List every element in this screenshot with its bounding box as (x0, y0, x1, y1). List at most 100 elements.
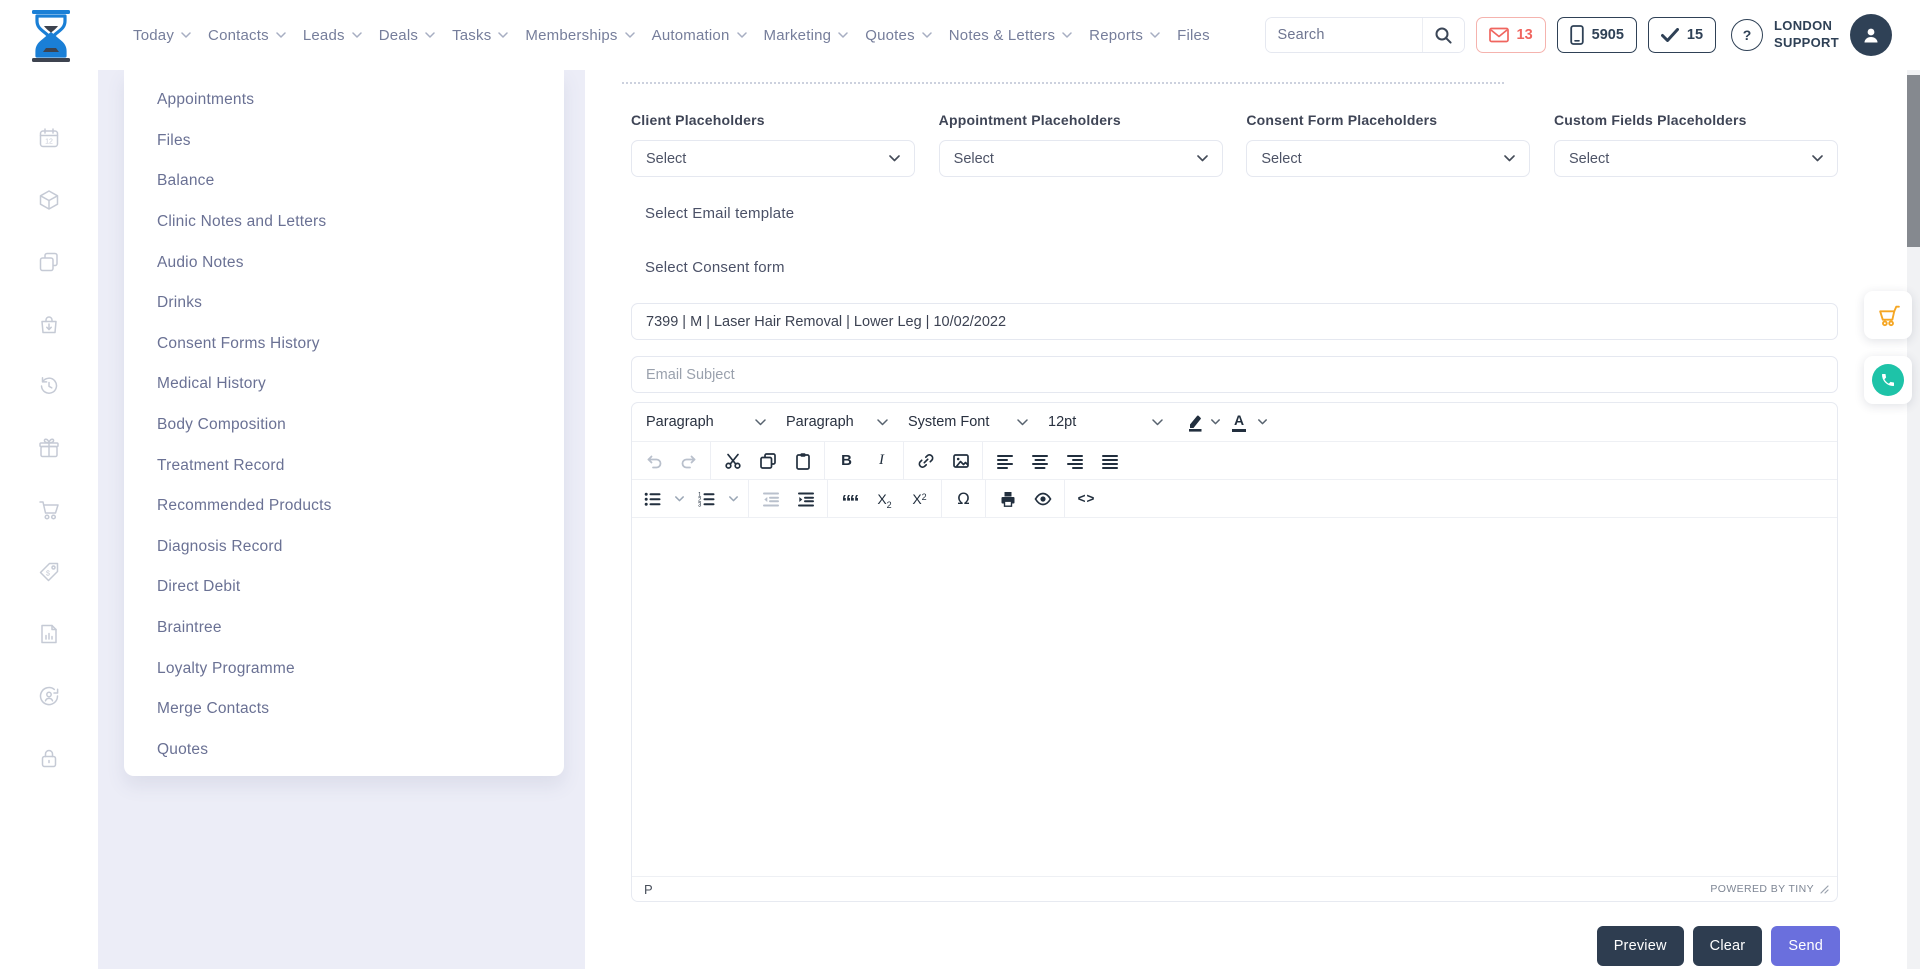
tasks-badge[interactable]: 15 (1648, 17, 1716, 53)
vertical-scrollbar-track[interactable] (1907, 70, 1920, 969)
subscript-button[interactable]: X2 (868, 484, 901, 514)
cart-icon[interactable] (38, 499, 60, 521)
insert-image-button[interactable] (944, 446, 977, 476)
account-sync-icon[interactable] (38, 685, 60, 707)
nav-item-reports[interactable]: Reports (1089, 27, 1160, 44)
resize-handle[interactable] (1820, 885, 1829, 894)
user-avatar[interactable] (1850, 14, 1892, 56)
nav-item-tasks[interactable]: Tasks (452, 27, 508, 44)
floating-phone-button[interactable] (1864, 356, 1912, 404)
report-document-icon[interactable] (38, 623, 60, 645)
cart-icon (1876, 304, 1901, 327)
sidebar-item-loyalty-programme[interactable]: Loyalty Programme (157, 648, 564, 689)
sidebar-item-drinks[interactable]: Drinks (157, 283, 564, 324)
text-color-button[interactable]: A (1226, 407, 1273, 437)
send-button[interactable]: Send (1771, 926, 1840, 966)
special-character-button[interactable]: Ω (947, 484, 980, 514)
sidebar-item-balance[interactable]: Balance (157, 161, 564, 202)
sidebar-item-recommended-products[interactable]: Recommended Products (157, 486, 564, 527)
pabau-hourglass-logo[interactable] (28, 10, 74, 62)
search-button[interactable] (1422, 18, 1464, 52)
sidebar-item-medical-history[interactable]: Medical History (157, 364, 564, 405)
nav-item-files[interactable]: Files (1177, 27, 1210, 44)
appointment-placeholders-label: Appointment Placeholders (939, 112, 1223, 128)
top-navigation: Today Contacts Leads Deals Tasks Members… (0, 0, 1920, 70)
email-template-select[interactable]: Select Email template (645, 205, 794, 222)
vertical-scrollbar-thumb[interactable] (1907, 75, 1920, 247)
align-justify-button[interactable] (1093, 446, 1126, 476)
align-left-button[interactable] (988, 446, 1021, 476)
appointment-placeholders-select[interactable]: Select (939, 140, 1223, 177)
person-icon (1861, 25, 1881, 45)
indent-button[interactable] (789, 484, 822, 514)
sidebar-item-quotes[interactable]: Quotes (157, 730, 564, 771)
sidebar-item-braintree[interactable]: Braintree (157, 608, 564, 649)
align-center-button[interactable] (1023, 446, 1056, 476)
font-family-dropdown[interactable]: System Font (898, 407, 1038, 437)
lock-icon[interactable] (38, 747, 60, 769)
consent-form-select[interactable]: Select Consent form (645, 259, 785, 276)
highlight-color-button[interactable] (1179, 407, 1226, 437)
help-button[interactable]: ? (1731, 19, 1763, 51)
sms-badge[interactable]: 5905 (1557, 17, 1637, 53)
search-input[interactable] (1266, 18, 1422, 52)
superscript-button[interactable]: X2 (903, 484, 936, 514)
copy-button[interactable] (751, 446, 784, 476)
calendar-icon[interactable]: 12 (38, 127, 60, 149)
blockquote-button[interactable]: ““ (833, 484, 866, 514)
editor-status-bar: P POWERED BY TINY (632, 876, 1837, 901)
sidebar-item-audio-notes[interactable]: Audio Notes (157, 242, 564, 283)
preview-button[interactable] (1026, 484, 1059, 514)
bullet-list-button[interactable] (637, 484, 689, 514)
clear-button[interactable]: Clear (1693, 926, 1763, 966)
undo-button[interactable] (637, 446, 670, 476)
nav-item-automation[interactable]: Automation (652, 27, 747, 44)
history-icon[interactable] (38, 375, 60, 397)
print-button[interactable] (991, 484, 1024, 514)
inbox-mail-badge[interactable]: 13 (1476, 17, 1546, 53)
block-format-dropdown[interactable]: Paragraph (636, 407, 776, 437)
paragraph-style-dropdown[interactable]: Paragraph (776, 407, 898, 437)
consent-form-placeholders-select[interactable]: Select (1246, 140, 1530, 177)
nav-item-notes-letters[interactable]: Notes & Letters (949, 27, 1072, 44)
italic-button[interactable]: I (865, 446, 898, 476)
cut-button[interactable] (716, 446, 749, 476)
nav-item-marketing[interactable]: Marketing (764, 27, 849, 44)
link-button[interactable] (909, 446, 942, 476)
nav-item-memberships[interactable]: Memberships (525, 27, 634, 44)
sidebar-item-files[interactable]: Files (157, 121, 564, 162)
paste-button[interactable] (786, 446, 819, 476)
floating-cart-button[interactable] (1864, 291, 1912, 339)
preview-email-button[interactable]: Preview (1597, 926, 1684, 966)
nav-item-leads[interactable]: Leads (303, 27, 362, 44)
sidebar-item-clinic-notes-letters[interactable]: Clinic Notes and Letters (157, 202, 564, 243)
bold-button[interactable]: B (830, 446, 863, 476)
sidebar-item-consent-forms-history[interactable]: Consent Forms History (157, 324, 564, 365)
gift-icon[interactable] (38, 437, 60, 459)
sidebar-item-diagnosis-record[interactable]: Diagnosis Record (157, 527, 564, 568)
package-icon[interactable] (38, 189, 60, 211)
align-right-button[interactable] (1058, 446, 1091, 476)
duplicate-squares-icon[interactable] (38, 251, 60, 273)
font-size-dropdown[interactable]: 12pt (1038, 407, 1173, 437)
sidebar-item-body-composition[interactable]: Body Composition (157, 405, 564, 446)
appointment-reference-input[interactable] (631, 303, 1838, 340)
nav-item-contacts[interactable]: Contacts (208, 27, 286, 44)
numbered-list-button[interactable]: 123 (691, 484, 743, 514)
nav-item-quotes[interactable]: Quotes (865, 27, 932, 44)
redo-button[interactable] (672, 446, 705, 476)
email-subject-input[interactable] (631, 356, 1838, 393)
source-code-button[interactable]: <> (1070, 484, 1103, 514)
price-tag-icon[interactable]: $ (38, 561, 60, 583)
sidebar-item-merge-contacts[interactable]: Merge Contacts (157, 689, 564, 730)
sidebar-item-appointments[interactable]: Appointments (157, 80, 564, 121)
client-placeholders-select[interactable]: Select (631, 140, 915, 177)
custom-fields-placeholders-select[interactable]: Select (1554, 140, 1838, 177)
bag-download-icon[interactable] (38, 313, 60, 335)
editor-content-area[interactable] (632, 518, 1837, 876)
sidebar-item-treatment-record[interactable]: Treatment Record (157, 445, 564, 486)
nav-item-today[interactable]: Today (133, 27, 191, 44)
sidebar-item-direct-debit[interactable]: Direct Debit (157, 567, 564, 608)
nav-item-deals[interactable]: Deals (379, 27, 435, 44)
outdent-button[interactable] (754, 484, 787, 514)
